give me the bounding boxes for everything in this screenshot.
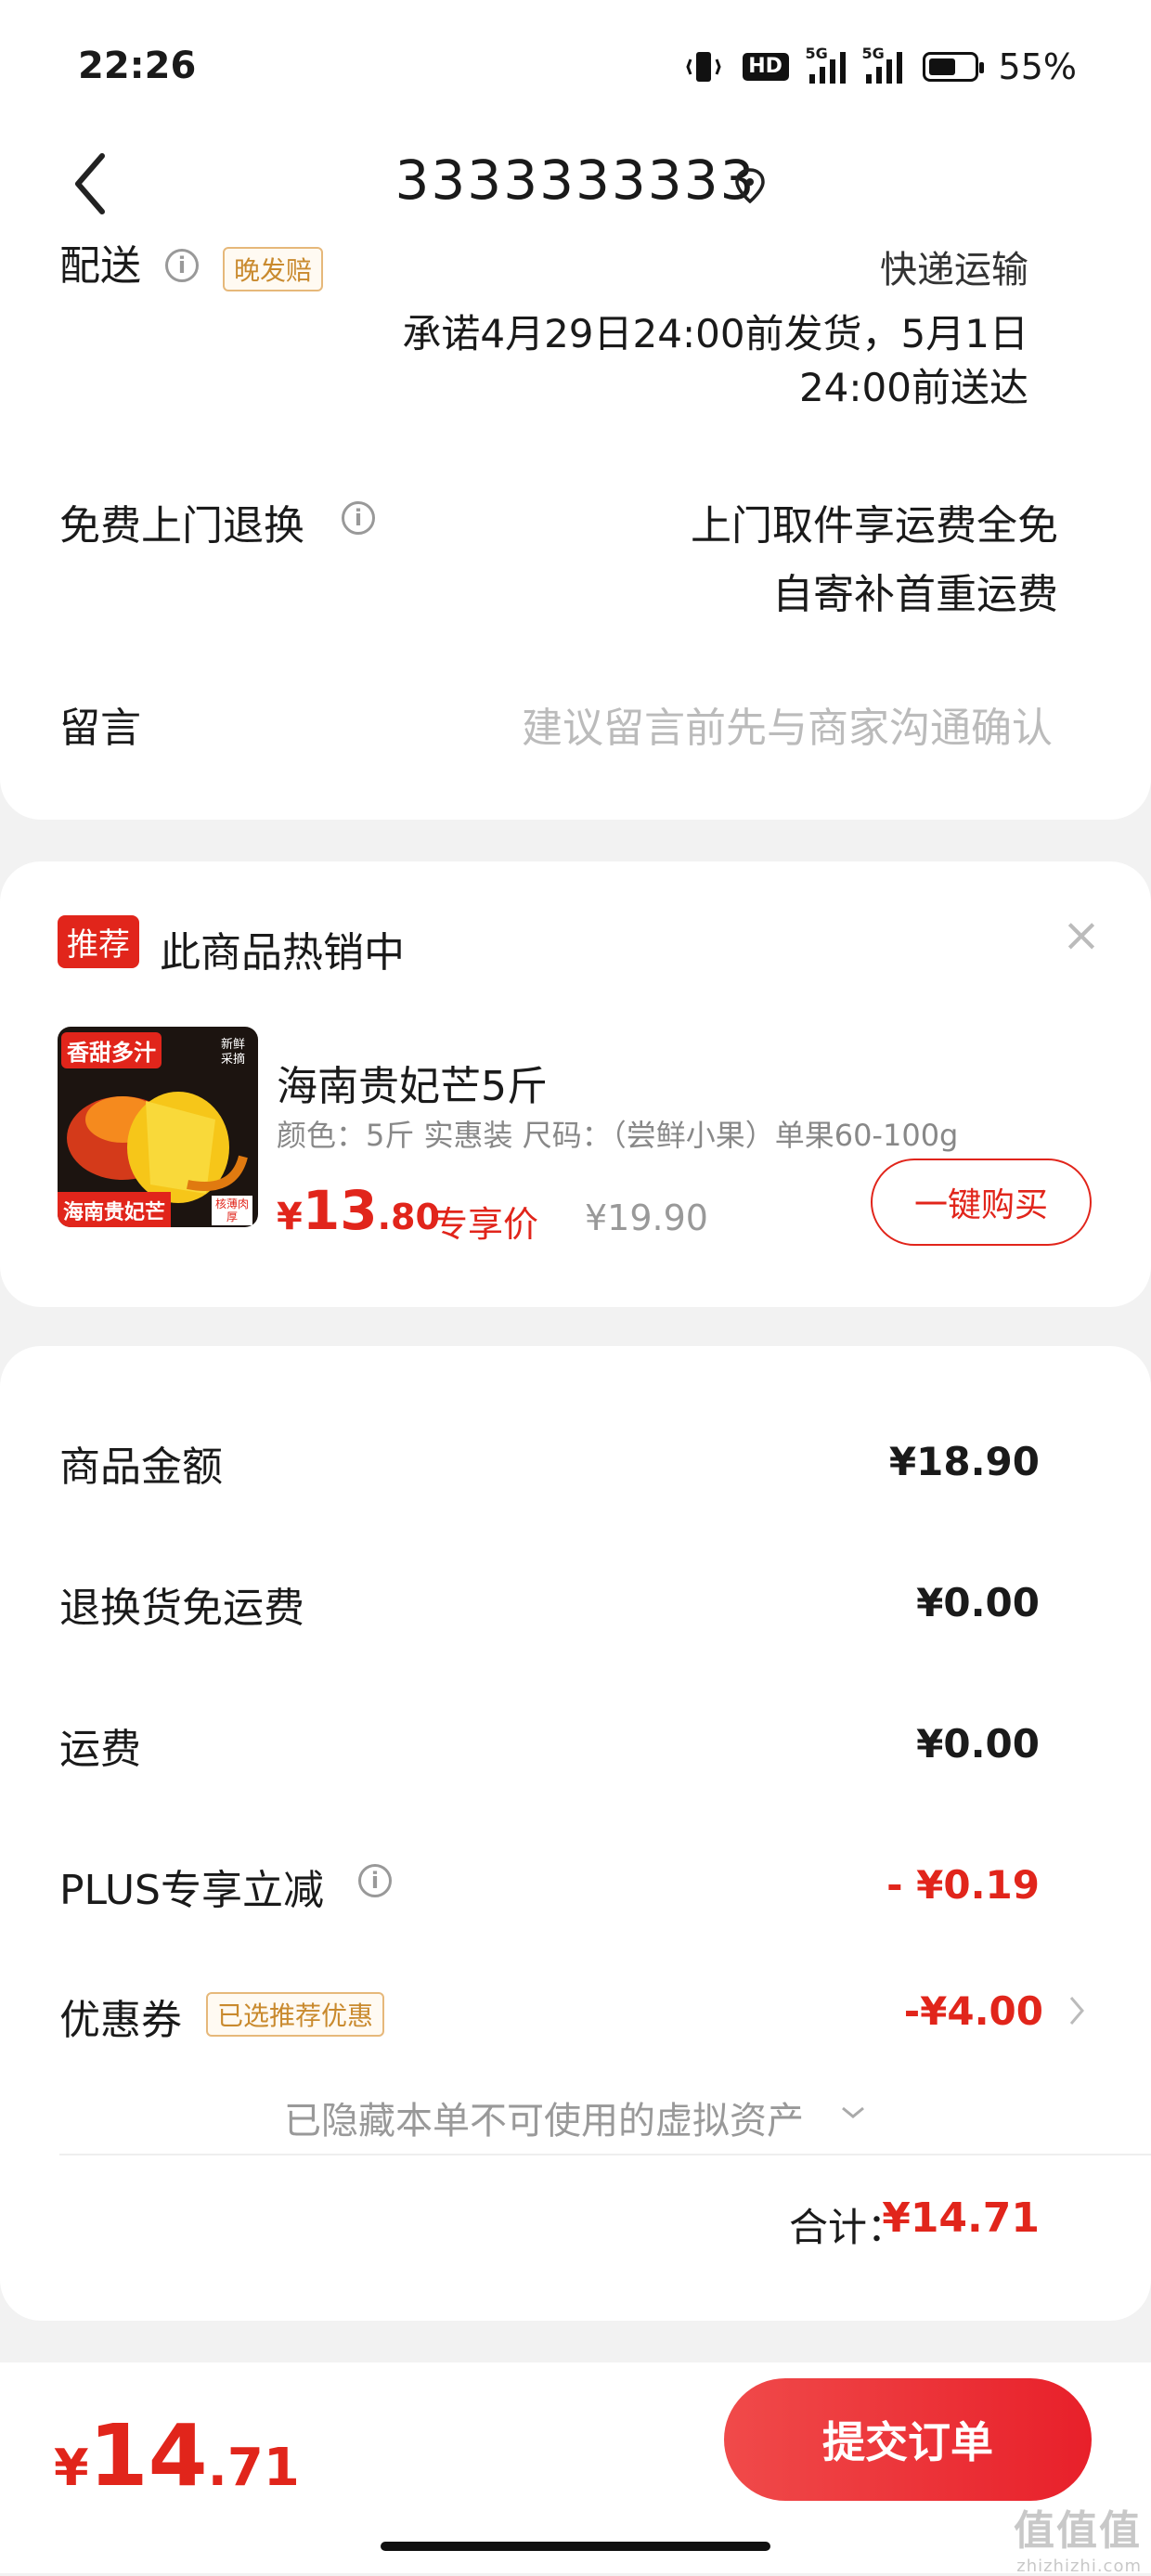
hidden-assets-text[interactable]: 已隐藏本单不可使用的虚拟资产	[284, 2091, 804, 2144]
close-icon[interactable]: ×	[1062, 908, 1101, 962]
status-time: 22:26	[78, 45, 197, 87]
product-name[interactable]: 海南贵妃芒5斤	[277, 1053, 548, 1112]
delivery-promise-line2: 24:00前送达	[798, 365, 1028, 410]
free-return-line2: 自寄补首重运费	[772, 571, 1058, 618]
one-click-buy-button[interactable]: 一键购买	[871, 1159, 1092, 1246]
coupon-value[interactable]: -¥4.00	[904, 1988, 1043, 2034]
battery-icon	[922, 52, 984, 82]
image-bottom-text: 海南贵妃芒	[58, 1192, 172, 1227]
goods-amount-label: 商品金额	[59, 1443, 223, 1491]
image-top-text: 香甜多汁	[61, 1032, 162, 1068]
info-icon[interactable]: i	[342, 501, 375, 535]
battery-percent: 55%	[998, 46, 1077, 87]
bottom-total-price: ¥14.71	[54, 2406, 300, 2505]
return-free-label: 退换货免运费	[59, 1585, 304, 1632]
delivery-label: 配送	[59, 242, 141, 290]
location-pin-icon[interactable]	[733, 167, 767, 204]
info-icon[interactable]: i	[165, 249, 199, 282]
submit-order-button[interactable]: 提交订单	[724, 2378, 1092, 2501]
product-price: ¥13.80	[277, 1179, 440, 1242]
hd-voice-icon: HD	[742, 53, 789, 81]
product-spec: 颜色：5斤 实惠装 尺码：（尝鲜小果）单果60-100g	[277, 1118, 959, 1153]
signal-1-icon: 5G	[806, 45, 846, 84]
chevron-down-icon[interactable]	[839, 2104, 867, 2122]
watermark: 值值值 zhizhizhi.com	[1014, 2507, 1142, 2576]
info-icon[interactable]: i	[358, 1864, 392, 1897]
image-corner-text: 新鲜采摘	[220, 1038, 245, 1067]
price-tag: 专享价	[433, 1204, 539, 1245]
status-bar: 22:26 HD 5G 5G 55%	[0, 0, 1151, 130]
return-free-value: ¥0.00	[916, 1580, 1040, 1625]
free-return-label: 免费上门退换	[59, 502, 304, 550]
shipping-value: ¥0.00	[916, 1721, 1040, 1767]
plus-discount-value: - ¥0.19	[886, 1862, 1040, 1908]
image-badge-text: 核薄肉厚	[212, 1196, 252, 1225]
vibrate-icon	[685, 52, 721, 82]
page-header: 3333333333	[0, 130, 1151, 239]
coupon-tag: 已选推荐优惠	[206, 1992, 385, 2037]
shipping-label: 运费	[59, 1726, 141, 1773]
signal-2-icon: 5G	[862, 45, 902, 84]
free-return-line1: 上门取件享运费全免	[691, 502, 1058, 550]
recommend-badge: 推荐	[58, 915, 139, 968]
recommend-title: 此商品热销中	[160, 929, 405, 977]
goods-amount-value: ¥18.90	[888, 1439, 1040, 1484]
status-icons: HD 5G 5G 55%	[685, 45, 1077, 87]
late-compensation-tag: 晚发赔	[223, 247, 324, 291]
message-input[interactable]: 建议留言前先与商家沟通确认	[522, 694, 1053, 754]
plus-discount-label: PLUS专享立减	[59, 1867, 324, 1914]
message-label: 留言	[59, 705, 141, 752]
chevron-right-icon[interactable]	[1067, 1994, 1086, 2027]
divider	[59, 2154, 1151, 2155]
delivery-promise-line1: 承诺4月29日24:00前发货，5月1日	[402, 311, 1028, 356]
page-title: 3333333333	[394, 149, 757, 212]
delivery-method: 快递运输	[880, 249, 1028, 291]
original-price: ¥19.90	[585, 1197, 708, 1238]
home-indicator[interactable]	[381, 2542, 770, 2551]
total-value: ¥14.71	[882, 2194, 1040, 2242]
product-image[interactable]: 香甜多汁 新鲜采摘 海南贵妃芒 核薄肉厚	[58, 1027, 258, 1227]
coupon-label: 优惠券	[59, 1997, 182, 2044]
